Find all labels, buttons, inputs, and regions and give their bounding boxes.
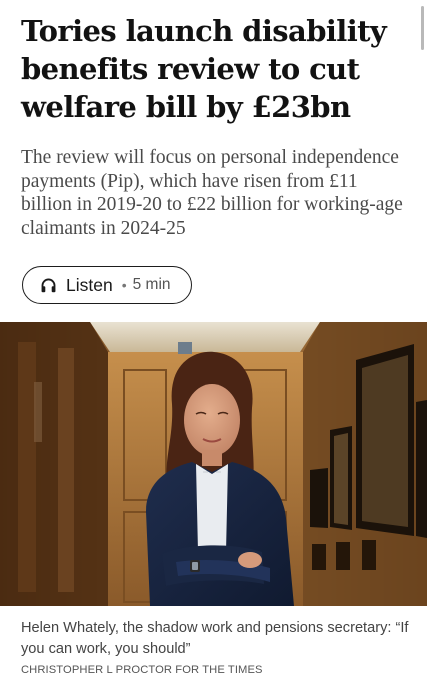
photo-credit: CHRISTOPHER L PROCTOR FOR THE TIMES bbox=[21, 664, 263, 676]
article-standfirst: The review will focus on personal indepe… bbox=[21, 147, 403, 239]
article-photo bbox=[0, 322, 427, 606]
listen-separator: • bbox=[121, 277, 127, 293]
listen-button[interactable]: Listen • 5 min bbox=[22, 266, 192, 304]
headphones-icon bbox=[40, 277, 57, 294]
listen-label: Listen bbox=[66, 274, 113, 295]
article-headline: Tories launch disability benefits review… bbox=[21, 14, 387, 124]
scrollbar[interactable] bbox=[421, 6, 424, 50]
photo-caption: Helen Whately, the shadow work and pensi… bbox=[21, 620, 409, 657]
listen-duration: 5 min bbox=[132, 276, 171, 293]
